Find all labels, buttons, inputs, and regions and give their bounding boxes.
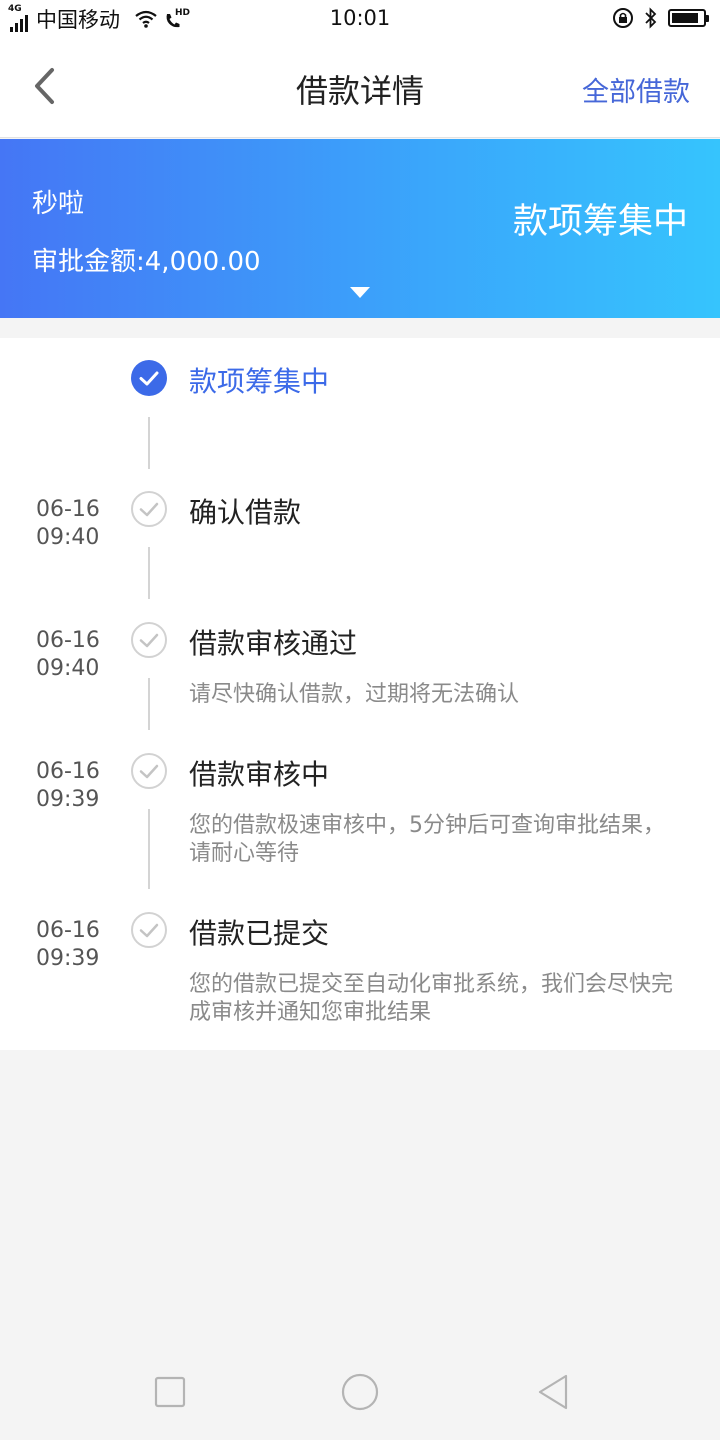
circle-icon (341, 1373, 379, 1411)
system-back-button[interactable] (534, 1372, 574, 1412)
timeline-description: 请尽快确认借款，过期将无法确认 (189, 682, 520, 707)
square-icon (154, 1376, 186, 1408)
recent-apps-button[interactable] (150, 1372, 190, 1412)
timeline-date-time: 09:40 (36, 525, 100, 550)
system-nav-bar (0, 1350, 720, 1440)
timeline-connector (148, 417, 150, 469)
timeline-date-time: 09:40 (36, 656, 100, 681)
check-circle-filled-icon (130, 359, 168, 397)
timeline-date-time: 09:39 (36, 946, 100, 971)
check-circle-outline-icon (130, 490, 168, 528)
timeline-date-time: 09:39 (36, 787, 100, 812)
timeline-date-day: 06-16 (36, 628, 100, 653)
timeline-date: 06-16 09:40 (36, 496, 116, 552)
check-circle-outline-icon (130, 621, 168, 659)
timeline-date: 06-16 09:39 (36, 917, 116, 973)
timeline-date-day: 06-16 (36, 759, 100, 784)
home-button[interactable] (340, 1372, 380, 1412)
rotation-lock-icon (613, 8, 633, 28)
timeline-title: 借款审核中 (189, 758, 330, 791)
timeline-connector (148, 547, 150, 599)
timeline-date: 06-16 09:40 (36, 627, 116, 683)
caret-down-icon[interactable] (350, 287, 370, 298)
timeline-connector (148, 678, 150, 730)
status-right (612, 7, 709, 29)
timeline-date-day: 06-16 (36, 918, 100, 943)
all-loans-link[interactable]: 全部借款 (582, 70, 690, 109)
timeline-description: 您的借款极速审核中，5分钟后可查询审批结果，请耐心等待 (189, 813, 665, 866)
progress-timeline: 款项筹集中 06-16 09:40 确认借款 06-16 09:40 借款审核通 (0, 338, 720, 1050)
screen: 4G 中国移动 HD 10:01 借款详情 全部借款 秒啦 审批金额:4,000… (0, 0, 720, 1440)
timeline-date: 06-16 09:39 (36, 758, 116, 814)
battery-icon (668, 9, 709, 27)
approved-amount: 审批金额:4,000.00 (32, 247, 261, 277)
triangle-back-icon (538, 1374, 568, 1410)
timeline-title: 借款已提交 (189, 917, 330, 950)
timeline-title: 借款审核通过 (189, 627, 358, 660)
timeline-description: 您的借款已提交至自动化审批系统，我们会尽快完成审核并通知您审批结果 (189, 972, 674, 1025)
nav-bar: 借款详情 全部借款 (0, 38, 720, 138)
timeline-connector (148, 809, 150, 889)
timeline-title: 确认借款 (189, 496, 302, 529)
loan-status: 款项筹集中 (512, 202, 688, 242)
check-circle-outline-icon (130, 752, 168, 790)
loan-summary-banner: 秒啦 审批金额:4,000.00 款项筹集中 (0, 139, 720, 318)
bluetooth-icon (645, 7, 657, 29)
lender-name: 秒啦 (32, 189, 85, 219)
status-bar: 4G 中国移动 HD 10:01 (0, 0, 720, 38)
check-circle-outline-icon (130, 911, 168, 949)
timeline-title: 款项筹集中 (189, 365, 330, 398)
timeline-date-day: 06-16 (36, 497, 100, 522)
